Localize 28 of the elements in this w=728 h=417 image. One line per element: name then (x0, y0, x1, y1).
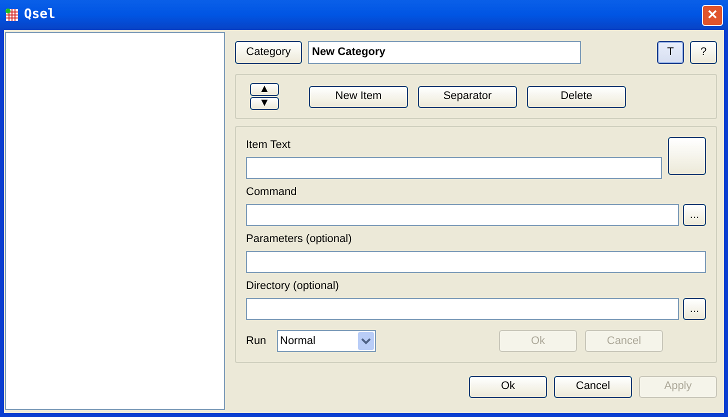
browse-button[interactable]: ... (683, 298, 706, 320)
field-label: Directory (optional) (246, 279, 340, 294)
icon-button[interactable] (668, 137, 706, 175)
toolbar-button[interactable]: ? (690, 40, 717, 64)
field-label: Command (246, 185, 298, 200)
category-field[interactable]: New Category (308, 40, 581, 64)
run-label: Run (246, 334, 268, 349)
text-field[interactable] (246, 298, 679, 320)
close-button[interactable]: ✕ (702, 4, 723, 26)
category-button[interactable]: Category (235, 40, 302, 64)
chevron-down-icon (358, 332, 374, 350)
action-button[interactable]: New Item (309, 86, 408, 108)
move-down-button[interactable]: ▼ (250, 97, 279, 110)
text-field[interactable] (246, 157, 662, 179)
field-label: Parameters (optional) (246, 232, 353, 247)
run-dropdown[interactable]: Normal (277, 330, 376, 352)
toolbar-button[interactable]: T (657, 40, 684, 64)
move-up-button[interactable]: ▲ (250, 83, 279, 96)
browse-button[interactable]: ... (683, 204, 706, 226)
window-title: Qsel (24, 6, 56, 24)
field-label: Item Text (246, 138, 292, 153)
dialog-button[interactable]: Cancel (554, 376, 632, 398)
text-field[interactable] (246, 251, 706, 273)
action-button[interactable]: Separator (418, 86, 517, 108)
action-button[interactable]: Delete (527, 86, 626, 108)
dialog-button[interactable]: Ok (469, 376, 547, 398)
grid-icon (5, 8, 19, 22)
text-field[interactable] (246, 204, 679, 226)
